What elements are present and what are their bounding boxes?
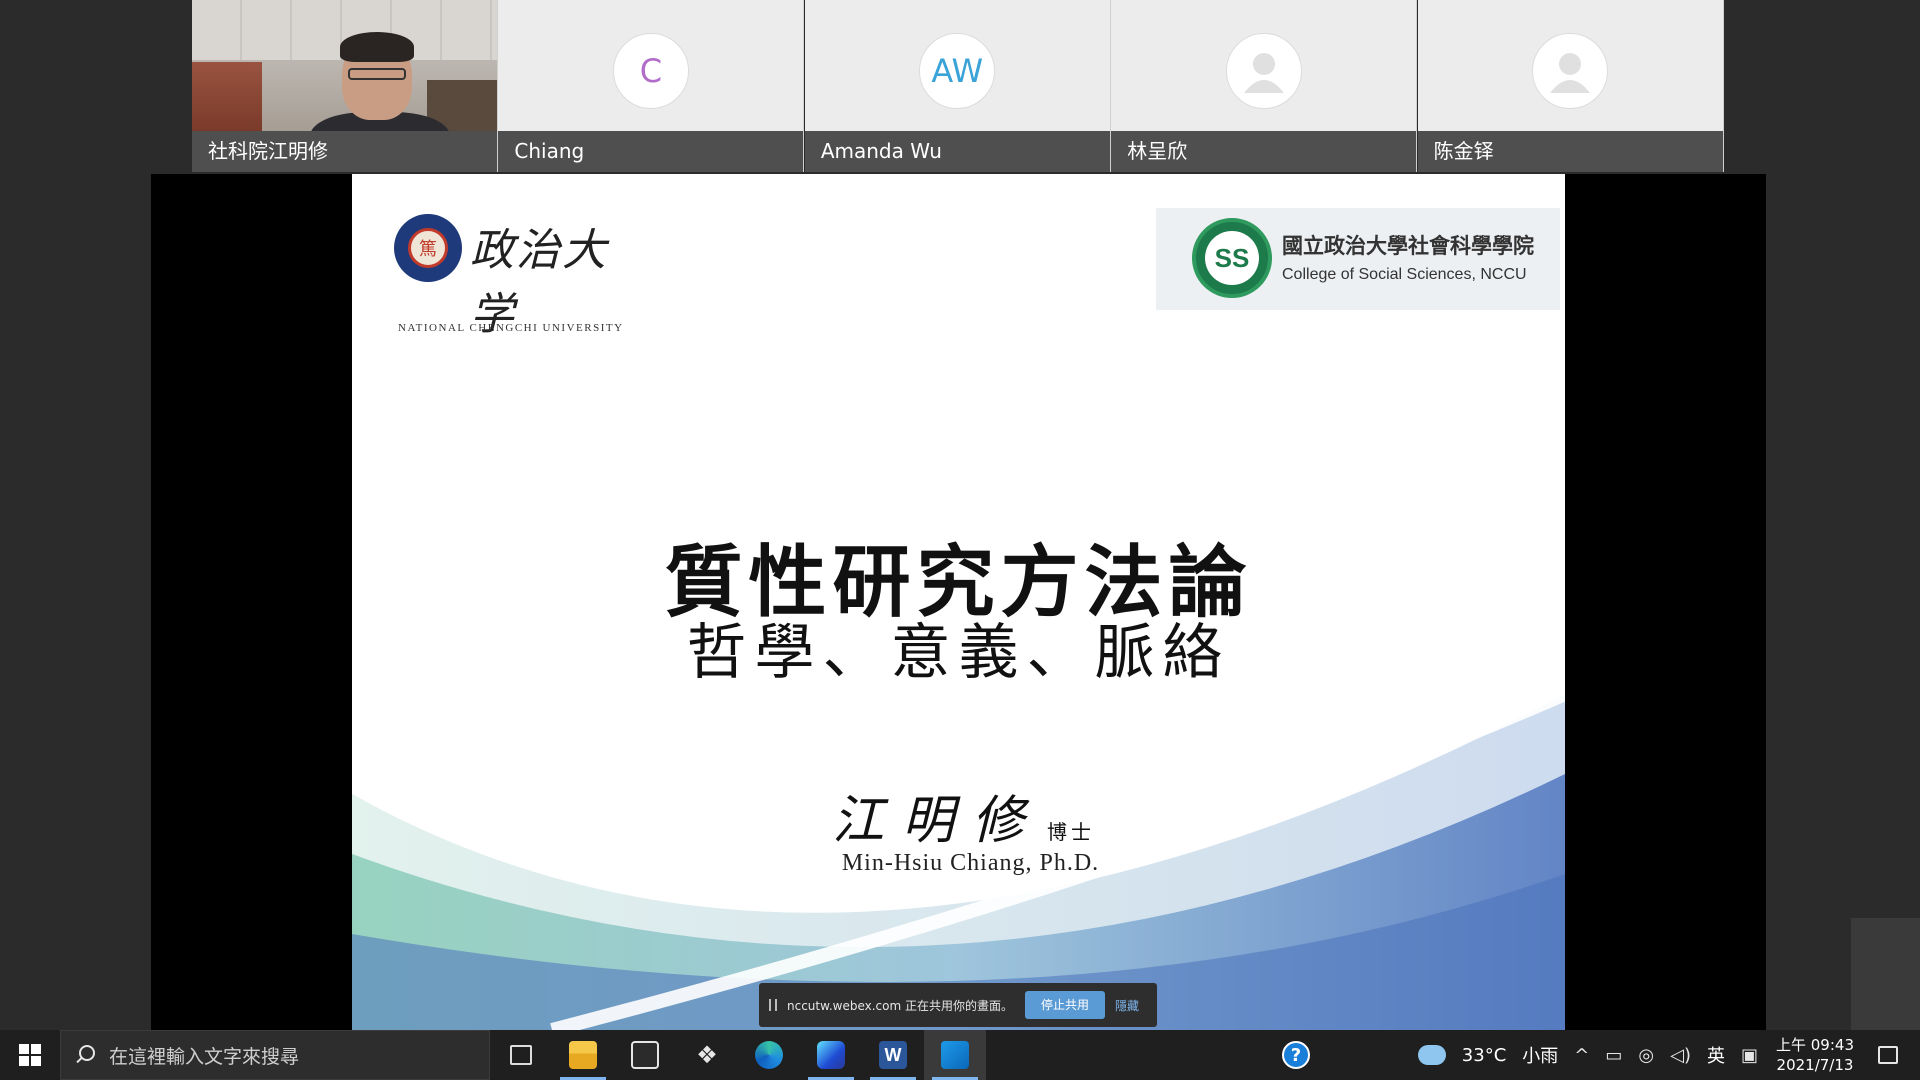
participant-tile[interactable]: AW Amanda Wu xyxy=(804,0,1111,172)
participant-name: Chiang xyxy=(498,131,804,172)
edge-button[interactable] xyxy=(738,1030,800,1080)
weather-temperature[interactable]: 33°C xyxy=(1462,1045,1506,1066)
clock-date: 2021/7/13 xyxy=(1776,1056,1854,1074)
meeting-app-button[interactable] xyxy=(924,1030,986,1080)
clock[interactable]: 上午 09:43 2021/7/13 xyxy=(1776,1035,1854,1075)
edge-icon xyxy=(755,1041,783,1069)
task-view-icon xyxy=(510,1045,532,1065)
share-status-text: nccutw.webex.com 正在共用你的畫面。 xyxy=(787,998,1013,1013)
cloud-rain-icon[interactable] xyxy=(1417,1045,1446,1065)
participant-tile-video[interactable]: 社科院江明修 xyxy=(192,0,498,172)
help-button[interactable]: ? xyxy=(1282,1041,1310,1069)
clock-time: 上午 09:43 xyxy=(1776,1036,1854,1054)
taskbar-search[interactable]: 在這裡輸入文字來搜尋 xyxy=(60,1030,490,1080)
college-name-en: College of Social Sciences, NCCU xyxy=(1282,266,1527,283)
meeting-icon xyxy=(941,1041,969,1069)
hide-link[interactable]: 隱藏 xyxy=(1115,997,1139,1014)
user-avatar-icon xyxy=(1225,33,1302,109)
participant-tile[interactable]: C Chiang xyxy=(498,0,805,172)
nccu-logo: 篤 政治大学 NATIONAL CHENGCHI UNIVERSITY xyxy=(394,214,634,340)
author-signature: 江明修 xyxy=(832,791,1043,851)
author-degree: 博士 xyxy=(1047,820,1095,844)
nccu-english-name: NATIONAL CHENGCHI UNIVERSITY xyxy=(398,322,624,334)
file-explorer-button[interactable] xyxy=(552,1030,614,1080)
volume-icon[interactable]: ◁) xyxy=(1670,1045,1691,1066)
screen-share-bar: nccutw.webex.com 正在共用你的畫面。 停止共用 隱藏 xyxy=(759,983,1157,1027)
author-name: Min-Hsiu Chiang, Ph.D. xyxy=(841,850,1100,876)
windows-logo-icon xyxy=(19,1044,41,1066)
participant-tile[interactable]: 林呈欣 xyxy=(1111,0,1418,172)
ime-indicator[interactable]: 英 xyxy=(1707,1042,1725,1068)
side-panel xyxy=(1851,918,1920,1030)
start-button[interactable] xyxy=(0,1030,60,1080)
taskbar: 在這裡輸入文字來搜尋 ❖ W ? 33°C 小雨 ^ ▭ ◎ ◁) 英 ▣ 上午… xyxy=(0,1030,1920,1080)
word-icon: W xyxy=(879,1041,907,1069)
pause-icon[interactable] xyxy=(769,999,777,1011)
college-name-zh: 國立政治大學社會科學學院 xyxy=(1282,234,1534,258)
store-icon xyxy=(631,1041,659,1069)
chevron-up-icon[interactable]: ^ xyxy=(1574,1045,1589,1066)
presentation-slide: 篤 政治大学 NATIONAL CHENGCHI UNIVERSITY SS 國… xyxy=(352,174,1565,1030)
folder-icon xyxy=(569,1041,597,1069)
participant-name: 陈金铎 xyxy=(1417,131,1723,172)
system-tray: 33°C 小雨 ^ ▭ ◎ ◁) 英 ▣ 上午 09:43 2021/7/13 xyxy=(1417,1030,1920,1080)
webex-button[interactable] xyxy=(800,1030,862,1080)
nccu-seal-icon: 篤 xyxy=(394,214,462,282)
video-window xyxy=(192,62,262,132)
notification-icon[interactable] xyxy=(1878,1046,1898,1064)
video-person-glasses xyxy=(348,68,406,80)
search-icon xyxy=(75,1045,95,1065)
avatar: C xyxy=(612,33,689,109)
participant-strip: 社科院江明修 C Chiang AW Amanda Wu 林呈欣 陈金铎 xyxy=(192,0,1724,172)
help-icon: ? xyxy=(1282,1041,1310,1069)
slide-subtitle: 哲學、意義、脈絡 xyxy=(686,618,1231,688)
dropbox-icon: ❖ xyxy=(696,1041,718,1069)
participant-tile[interactable]: 陈金铎 xyxy=(1417,0,1724,172)
weather-condition[interactable]: 小雨 xyxy=(1522,1042,1558,1068)
store-button[interactable] xyxy=(614,1030,676,1080)
participant-name: 林呈欣 xyxy=(1111,131,1417,172)
battery-icon[interactable]: ▭ xyxy=(1605,1045,1622,1066)
video-person-hair xyxy=(340,32,414,62)
participant-name: 社科院江明修 xyxy=(192,131,497,172)
participant-name: Amanda Wu xyxy=(804,131,1110,172)
college-emblem-icon: SS xyxy=(1192,218,1272,298)
task-view-button[interactable] xyxy=(490,1030,552,1080)
user-avatar-icon xyxy=(1532,33,1609,109)
webex-icon xyxy=(817,1041,845,1069)
avatar: AW xyxy=(919,33,996,109)
network-globe-icon[interactable]: ◎ xyxy=(1638,1045,1654,1066)
word-button[interactable]: W xyxy=(862,1030,924,1080)
stop-sharing-button[interactable]: 停止共用 xyxy=(1025,991,1106,1019)
search-placeholder: 在這裡輸入文字來搜尋 xyxy=(109,1045,300,1068)
dropbox-button[interactable]: ❖ xyxy=(676,1030,738,1080)
college-logo: SS 國立政治大學社會科學學院 College of Social Scienc… xyxy=(1156,208,1560,310)
ime-mode-icon[interactable]: ▣ xyxy=(1741,1045,1758,1066)
